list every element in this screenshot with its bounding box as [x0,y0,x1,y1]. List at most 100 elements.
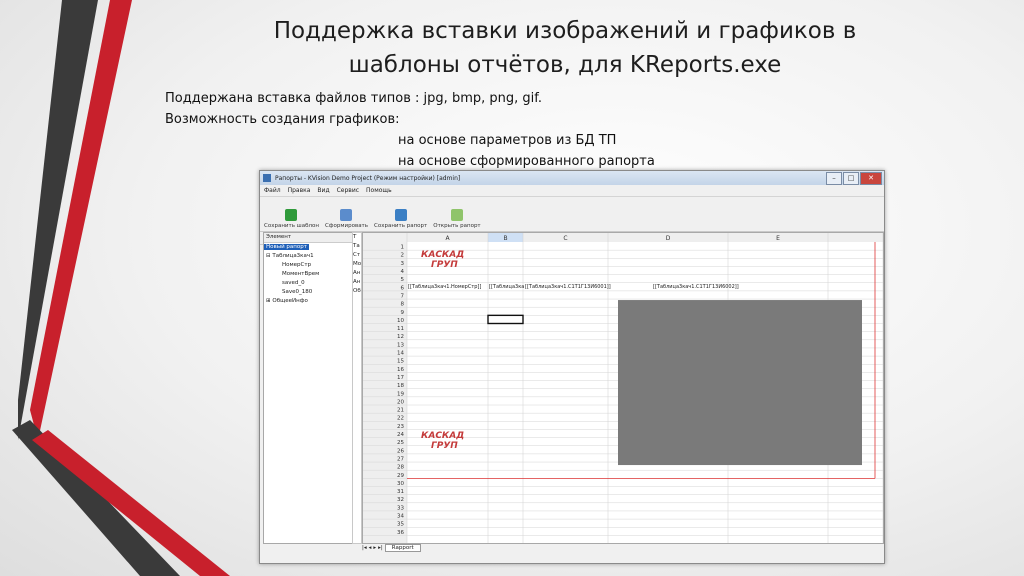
maximize-button[interactable]: □ [843,172,859,185]
save-report-icon [394,209,407,221]
element-tree: Элемент Новый рапорт ⊟ Таблица3кач1 Номе… [263,232,353,544]
body-line-4: на основе сформированного рапорта [398,154,655,169]
sheet-tab[interactable]: Rapport [384,544,421,552]
tree-item-saved0[interactable]: saved_0 [264,279,352,288]
row-number: 31 [397,489,404,495]
generate-button[interactable]: Сформировать [325,209,368,229]
open-report-button[interactable]: Открыть рапорт [433,209,481,229]
row-number: 35 [397,522,404,528]
tree-item-pagenum[interactable]: НомерСтр [264,261,352,270]
row-number: 1 [401,245,405,251]
save-icon [285,209,298,221]
type-item: Ан [353,279,361,285]
row-number: 17 [397,375,404,381]
window-title: Рапорты - KVision Demo Project (Режим на… [275,174,461,182]
template-cell-row6[interactable]: [[Таблица3кач1.С1Т1Г13И6002]] [653,284,739,290]
tree-item-table[interactable]: ⊟ Таблица3кач1 [264,252,352,261]
logo-text-line-2: ГРУП [431,441,458,452]
menu-file[interactable]: Файл [264,187,281,194]
type-item: Об [353,288,361,294]
main-toolbar: Сохранить шаблон Сформировать Сохранить … [260,197,884,232]
row-number: 11 [397,326,404,332]
row-number: 22 [397,416,404,422]
body-line-2: Возможность создания графиков: [165,112,400,127]
type-item: Мо [353,261,362,267]
sheet-tab-bar: |◂ ◂ ▸ ▸| Rapport [362,543,882,553]
app-icon [263,174,271,182]
logo-text-line-1: КАСКАД [421,250,465,261]
tab-nav-last[interactable]: ▸| [378,545,383,551]
column-letter: E [776,235,780,242]
logo-text-line-1: КАСКАД [421,431,465,442]
template-cell-row6[interactable]: [[Таблица3ка [489,284,524,290]
row-number: 34 [397,514,404,520]
row-number: 15 [397,359,404,365]
generate-icon [340,209,353,221]
row-number: 18 [397,383,404,389]
type-header: Т [353,234,357,240]
row-number: 10 [397,318,404,324]
row-number: 6 [401,285,405,291]
row-number: 24 [397,432,404,438]
row-number: 21 [397,408,404,414]
row-number: 30 [397,481,404,487]
row-number: 36 [397,530,404,536]
row-number: 26 [397,448,404,454]
tab-nav-first[interactable]: |◂ [362,545,367,551]
column-letter: B [503,235,507,242]
menu-help[interactable]: Помощь [366,187,392,194]
decorative-stripes [12,0,230,576]
column-letter: D [666,235,671,242]
menu-view[interactable]: Вид [317,187,329,194]
slide-body: Поддержана вставка файлов типов : jpg, b… [165,88,655,172]
row-number: 3 [401,261,405,267]
row-number: 20 [397,399,404,405]
type-column: Т Та Ст Мо Ан Ан Об [352,232,362,544]
save-template-button[interactable]: Сохранить шаблон [264,209,319,229]
template-cell-row6[interactable]: [[Таблица3кач1.НомерСтр]] [408,284,481,290]
template-cell-row6[interactable]: [[Таблица3кач1.С1Т1Г13И6001]] [525,284,611,290]
type-item: Та [353,243,360,249]
row-number: 16 [397,367,404,373]
slide-title-line-1: Поддержка вставки изображений и графиков… [273,18,857,44]
logo-top: КАСКАД ГРУП [421,250,464,270]
save-report-button[interactable]: Сохранить рапорт [374,209,427,229]
type-item: Ан [353,270,361,276]
tab-nav-next[interactable]: ▸ [373,545,376,551]
row-number: 9 [401,310,405,316]
minimize-button[interactable]: – [826,172,842,185]
row-number: 7 [401,293,405,299]
logo-text-line-2: ГРУП [431,260,458,271]
menu-bar: Файл Правка Вид Сервис Помощь [260,185,884,197]
row-number: 23 [397,424,404,430]
tree-item-new-report[interactable]: Новый рапорт [264,243,352,252]
body-line-1: Поддержана вставка файлов типов : jpg, b… [165,91,543,106]
row-number: 25 [397,440,404,446]
menu-edit[interactable]: Правка [288,187,311,194]
row-number: 33 [397,505,404,511]
row-number: 12 [397,334,404,340]
close-button[interactable]: ✕ [860,172,882,185]
row-number: 5 [401,277,405,283]
tree-item-general[interactable]: ⊞ ОбщееИнфо [264,297,352,306]
tree-item-moment[interactable]: МоментВрем [264,270,352,279]
row-number: 32 [397,497,404,503]
row-number: 14 [397,351,404,357]
tab-nav-prev[interactable]: ◂ [369,545,372,551]
open-report-icon [450,209,463,221]
row-number: 8 [401,302,405,308]
spreadsheet-grid[interactable]: 1 2 3 4 5 6 7 8 9 10 11 12 13 14 15 16 17 18 19 20 21 22 23 24 2… [362,232,884,544]
window-titlebar: Рапорты - KVision Demo Project (Режим на… [260,171,884,185]
selected-cell [487,314,524,325]
row-number: 27 [397,456,404,462]
column-header-bar [363,233,883,242]
column-letter: C [563,235,567,242]
tree-header: Элемент [264,233,352,243]
row-number: 28 [397,465,404,471]
menu-service[interactable]: Сервис [337,187,359,194]
row-number: 4 [401,269,405,275]
type-item: Ст [353,252,361,258]
row-number: 13 [397,342,404,348]
tree-item-save180[interactable]: Save0_180 [264,288,352,297]
app-window-screenshot: Рапорты - KVision Demo Project (Режим на… [259,170,885,564]
